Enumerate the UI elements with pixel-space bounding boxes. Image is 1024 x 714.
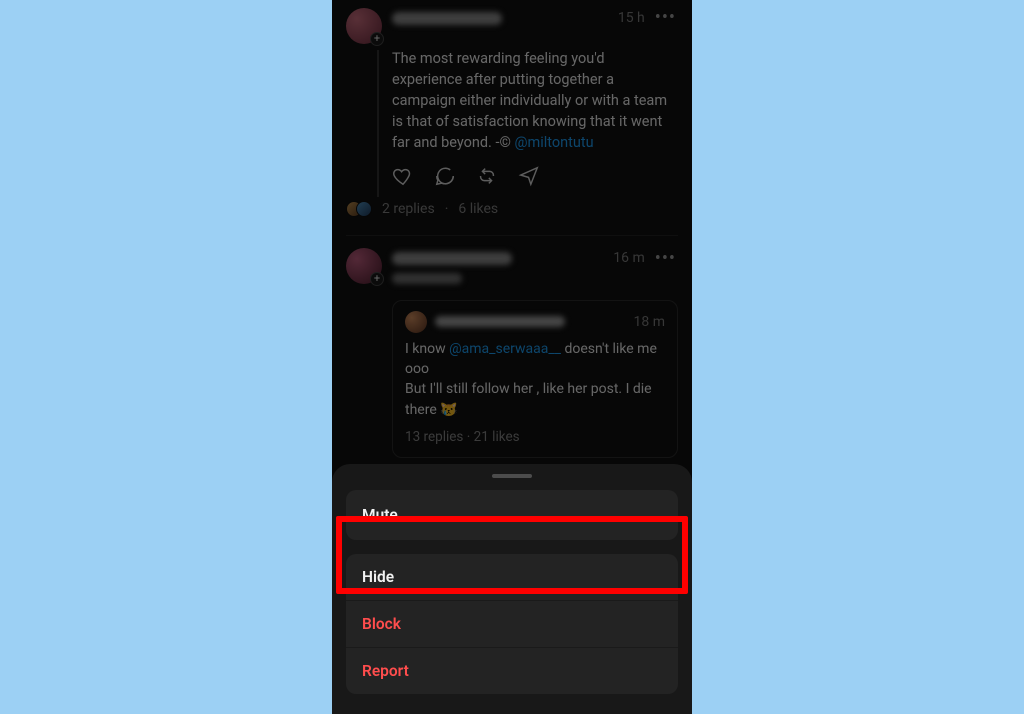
follow-plus-icon[interactable]: + [370,272,384,286]
more-icon[interactable]: ••• [653,13,678,23]
share-icon[interactable] [518,165,540,187]
username-blurred [392,12,502,25]
quoted-body: I know @ama_serwaaa__ doesn't like me oo… [405,339,665,420]
thread-line [377,50,379,197]
likes-count: 6 likes [458,199,498,219]
avatar [405,311,427,333]
post-actions [392,165,678,187]
hide-option[interactable]: Hide [346,554,678,600]
quoted-meta: 13 replies · 21 likes [405,428,665,448]
report-option[interactable]: Report [346,647,678,694]
mini-avatar [356,201,372,217]
report-label: Report [362,662,409,680]
avatar[interactable]: + [346,8,382,44]
mute-option[interactable]: Mute [346,490,678,540]
quoted-text: I know [405,341,449,357]
more-icon[interactable]: ••• [653,254,678,264]
action-sheet: Mute Hide Block Report [332,464,692,714]
mention-link[interactable]: @miltontutu [514,134,593,151]
replies-count: 13 replies [405,429,463,445]
replies-count: 2 replies [382,199,435,219]
block-option[interactable]: Block [346,600,678,647]
username-blurred [435,316,565,327]
quoted-post[interactable]: 18 m I know @ama_serwaaa__ doesn't like … [392,300,678,459]
block-label: Block [362,615,401,633]
mention-link[interactable]: @ama_serwaaa__ [449,341,561,357]
post-body: The most rewarding feeling you'd experie… [392,48,678,153]
subtext-blurred [392,273,462,284]
avatar[interactable]: + [346,248,382,284]
quoted-header: 18 m [405,311,665,333]
phone-frame: + 15 h ••• The most rewarding feeling yo… [332,0,692,714]
feed: + 15 h ••• The most rewarding feeling yo… [332,0,692,510]
separator: · [445,199,449,219]
mini-avatars [346,201,372,217]
quoted-text: But I'll still follow her , like her pos… [405,381,652,417]
separator: · [463,429,473,445]
mute-label: Mute [362,506,398,524]
post-header: + 15 h ••• [346,8,678,44]
like-icon[interactable] [392,165,414,187]
post-time: 15 h [618,8,645,28]
post: + 15 h ••• The most rewarding feeling yo… [346,2,678,233]
sheet-grabber[interactable] [492,474,532,479]
sheet-group: Hide Block Report [346,554,678,694]
quoted-time: 18 m [634,312,666,332]
post-header: + 16 m ••• [346,248,678,289]
post-time: 16 m [613,248,645,268]
hide-label: Hide [362,568,394,586]
username-blurred [392,252,512,265]
follow-plus-icon[interactable]: + [370,32,384,46]
repost-icon[interactable] [476,165,498,187]
likes-count: 21 likes [474,429,520,445]
replies-row[interactable]: 2 replies · 6 likes [346,199,678,219]
comment-icon[interactable] [434,165,456,187]
